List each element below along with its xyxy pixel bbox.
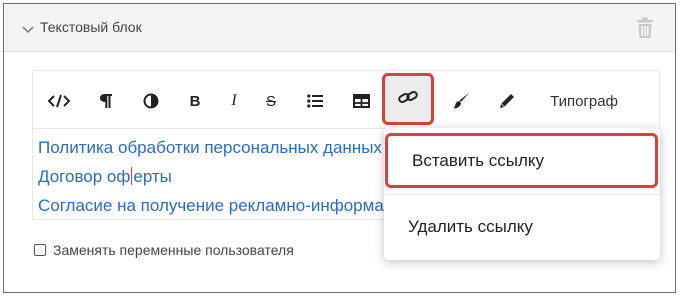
table-button[interactable]: [345, 85, 377, 117]
paragraph-button[interactable]: [93, 85, 119, 117]
typograph-label: Типограф: [550, 92, 618, 110]
block-title: Текстовый блок: [40, 19, 142, 35]
text-block-panel: Текстовый блок B I S Типограф Политика о…: [3, 3, 676, 293]
code-view-button[interactable]: [45, 85, 73, 117]
block-header[interactable]: Текстовый блок: [4, 4, 675, 52]
offer-text-after-cursor: ерты: [133, 167, 172, 186]
replace-variables-option[interactable]: Заменять переменные пользователя: [34, 242, 294, 258]
strikethrough-label: S: [265, 92, 276, 110]
replace-variables-label: Заменять переменные пользователя: [53, 242, 294, 258]
pencil-icon: [499, 93, 515, 109]
bold-label: B: [189, 92, 201, 110]
brush-icon: [452, 92, 470, 110]
typograph-button[interactable]: Типограф: [539, 85, 629, 117]
bold-button[interactable]: B: [183, 85, 207, 117]
code-icon: [48, 94, 70, 108]
menu-divider: [384, 194, 660, 195]
editor-toolbar: B I S Типограф: [33, 71, 659, 129]
insert-link-menu-item[interactable]: Вставить ссылку: [385, 133, 658, 188]
link-button[interactable]: [382, 73, 434, 125]
link-dropdown-menu: Вставить ссылку Удалить ссылку: [384, 128, 660, 260]
pilcrow-icon: [99, 93, 113, 109]
text-color-button[interactable]: [493, 85, 521, 117]
link-icon: [398, 90, 418, 109]
remove-link-label: Удалить ссылку: [408, 217, 533, 236]
contrast-icon: [143, 93, 159, 109]
remove-link-menu-item[interactable]: Удалить ссылку: [384, 198, 660, 253]
offer-text-before-cursor: Договор оф: [38, 167, 131, 186]
strikethrough-button[interactable]: S: [260, 85, 282, 117]
bulleted-list-button[interactable]: [301, 85, 329, 117]
replace-variables-checkbox[interactable]: [34, 244, 46, 256]
italic-button[interactable]: I: [223, 85, 245, 117]
chevron-down-icon[interactable]: [22, 22, 34, 34]
insert-link-label: Вставить ссылку: [412, 151, 545, 170]
bulleted-list-icon: [307, 94, 323, 108]
table-icon: [352, 94, 370, 108]
contrast-button[interactable]: [137, 85, 165, 117]
italic-label: I: [231, 92, 237, 109]
background-color-button[interactable]: [447, 85, 475, 117]
trash-icon[interactable]: [636, 17, 654, 39]
